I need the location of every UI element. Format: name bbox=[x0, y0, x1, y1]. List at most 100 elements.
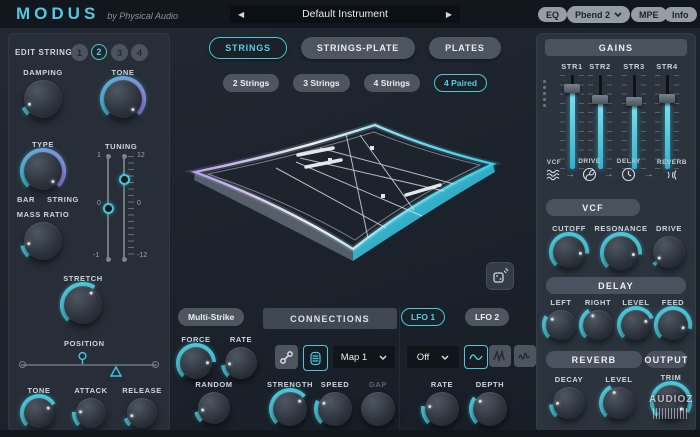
str3-fader-thumb[interactable] bbox=[626, 97, 642, 106]
delay-feed-dial[interactable] bbox=[658, 310, 688, 340]
size-4-strings[interactable]: 4 Strings bbox=[364, 74, 420, 92]
random-knob[interactable]: RANDOM bbox=[190, 380, 238, 424]
lfo-rate-dial[interactable] bbox=[425, 392, 459, 426]
str2-fader-thumb[interactable] bbox=[592, 95, 608, 104]
strength-dial[interactable] bbox=[273, 392, 307, 426]
reverb-decay-knob[interactable]: DECAY bbox=[549, 375, 589, 419]
preset-selector[interactable]: ◀ Default Instrument ▶ bbox=[230, 5, 460, 23]
gap-label: GAP bbox=[369, 380, 387, 389]
type-dial[interactable] bbox=[24, 152, 62, 190]
tab-strings-plate[interactable]: STRINGS-PLATE bbox=[301, 37, 415, 59]
gain-slider-str3[interactable]: STR3 bbox=[619, 62, 649, 169]
info-button[interactable]: Info bbox=[664, 7, 697, 22]
damping-dial[interactable] bbox=[24, 80, 62, 118]
size-2-strings[interactable]: 2 Strings bbox=[223, 74, 279, 92]
str4-fader[interactable] bbox=[654, 75, 680, 169]
gain-slider-str2[interactable]: STR2 bbox=[585, 62, 615, 169]
reverb-level-dial[interactable] bbox=[603, 387, 635, 419]
reverb-decay-dial[interactable] bbox=[553, 387, 585, 419]
str1-fader[interactable] bbox=[559, 75, 585, 169]
tuning-coarse-slider[interactable] bbox=[107, 156, 109, 260]
chain-delay: DELAY bbox=[617, 158, 641, 182]
delay-level-dial[interactable] bbox=[621, 310, 651, 340]
delay-left-knob[interactable]: LEFT bbox=[544, 298, 578, 340]
cutoff-dial[interactable] bbox=[553, 236, 585, 268]
attack-dial[interactable] bbox=[76, 398, 106, 428]
string-plate-visualization[interactable] bbox=[178, 98, 530, 298]
position-slider[interactable] bbox=[21, 364, 157, 366]
strike-rate-dial[interactable] bbox=[225, 347, 257, 379]
str4-fader-thumb[interactable] bbox=[659, 94, 675, 103]
wave-saw-button[interactable] bbox=[489, 345, 511, 367]
tone-knob[interactable]: TONE bbox=[101, 68, 145, 118]
tab-plates[interactable]: PLATES bbox=[429, 37, 501, 59]
force-knob[interactable]: FORCE bbox=[175, 335, 217, 379]
wave-sine-button[interactable] bbox=[464, 345, 488, 369]
force-dial[interactable] bbox=[180, 347, 212, 379]
wave-random-button[interactable] bbox=[514, 345, 536, 367]
release-dial[interactable] bbox=[127, 398, 157, 428]
string-select-3[interactable]: 3 bbox=[111, 44, 128, 61]
size-4-paired[interactable]: 4 Paired bbox=[434, 74, 487, 92]
tuning-coarse-thumb[interactable] bbox=[103, 203, 114, 214]
str3-fader[interactable] bbox=[621, 75, 647, 169]
preset-next-icon[interactable]: ▶ bbox=[438, 10, 460, 19]
str2-fader[interactable] bbox=[587, 75, 613, 169]
resonance-knob[interactable]: RESONANCE bbox=[594, 224, 648, 270]
resonance-dial[interactable] bbox=[604, 236, 638, 270]
map-select[interactable]: Map 1 bbox=[332, 345, 396, 369]
vcf-drive-dial[interactable] bbox=[653, 236, 685, 268]
lfo-rate-knob[interactable]: RATE bbox=[420, 380, 464, 426]
tab-strings[interactable]: STRINGS bbox=[209, 37, 287, 59]
size-3-strings[interactable]: 3 Strings bbox=[293, 74, 349, 92]
preset-prev-icon[interactable]: ◀ bbox=[230, 10, 252, 19]
delay-right-dial[interactable] bbox=[583, 310, 613, 340]
vcf-drive-knob[interactable]: DRIVE bbox=[649, 224, 689, 268]
mass-ratio-knob[interactable]: MASS RATIO bbox=[19, 210, 67, 260]
stretch-knob[interactable]: STRETCH bbox=[61, 274, 105, 324]
lfo-depth-dial[interactable] bbox=[473, 392, 507, 426]
multi-strike-button[interactable]: Multi-Strike bbox=[178, 308, 244, 326]
reverb-level-knob[interactable]: LEVEL bbox=[599, 375, 639, 419]
position-strike-marker[interactable] bbox=[110, 366, 122, 377]
attack-knob[interactable]: ATTACK bbox=[69, 386, 113, 428]
env-tone-dial[interactable] bbox=[24, 398, 54, 428]
strike-rate-knob[interactable]: RATE bbox=[220, 335, 262, 379]
mass-ratio-dial[interactable] bbox=[24, 222, 62, 260]
lfo-target-select[interactable]: Off bbox=[406, 345, 460, 369]
position-pickup-marker[interactable] bbox=[77, 351, 88, 366]
cutoff-knob[interactable]: CUTOFF bbox=[547, 224, 591, 268]
lfo-depth-knob[interactable]: DEPTH bbox=[468, 380, 512, 426]
mpe-button[interactable]: MPE bbox=[631, 7, 667, 22]
tone-dial[interactable] bbox=[104, 80, 142, 118]
link-mode-button[interactable] bbox=[275, 345, 298, 369]
tab-lfo2[interactable]: LFO 2 bbox=[465, 308, 509, 326]
spring-mode-button[interactable] bbox=[303, 345, 328, 371]
delay-right-knob[interactable]: RIGHT bbox=[580, 298, 616, 340]
speed-dial[interactable] bbox=[318, 392, 352, 426]
tab-lfo1[interactable]: LFO 1 bbox=[401, 308, 445, 326]
speed-knob[interactable]: SPEED bbox=[314, 380, 356, 426]
type-knob[interactable]: TYPE bbox=[21, 140, 65, 190]
env-tone-knob[interactable]: TONE bbox=[19, 386, 59, 428]
tuning-fine-slider[interactable] bbox=[123, 156, 125, 260]
gain-slider-str4[interactable]: STR4 bbox=[652, 62, 682, 169]
pbend-select[interactable]: Pbend 2 bbox=[567, 6, 630, 23]
eq-button[interactable]: EQ bbox=[538, 7, 567, 22]
random-dial[interactable] bbox=[198, 392, 230, 424]
delay-left-dial[interactable] bbox=[546, 310, 576, 340]
randomize-view-button[interactable] bbox=[486, 262, 514, 290]
strength-knob[interactable]: STRENGTH bbox=[266, 380, 314, 426]
release-knob[interactable]: RELEASE bbox=[119, 386, 165, 428]
gain-slider-str1[interactable]: STR1 bbox=[557, 62, 587, 169]
str1-fader-thumb[interactable] bbox=[564, 84, 580, 93]
stretch-dial[interactable] bbox=[64, 286, 102, 324]
string-select-4[interactable]: 4 bbox=[131, 44, 148, 61]
string-select-2[interactable]: 2 bbox=[91, 44, 107, 60]
delay-level-knob[interactable]: LEVEL bbox=[618, 298, 654, 340]
gains-drag-handle[interactable] bbox=[543, 80, 546, 107]
preset-name[interactable]: Default Instrument bbox=[302, 8, 388, 20]
string-select-1[interactable]: 1 bbox=[71, 44, 88, 61]
damping-knob[interactable]: DAMPING bbox=[21, 68, 65, 118]
delay-feed-knob[interactable]: FEED bbox=[656, 298, 690, 340]
